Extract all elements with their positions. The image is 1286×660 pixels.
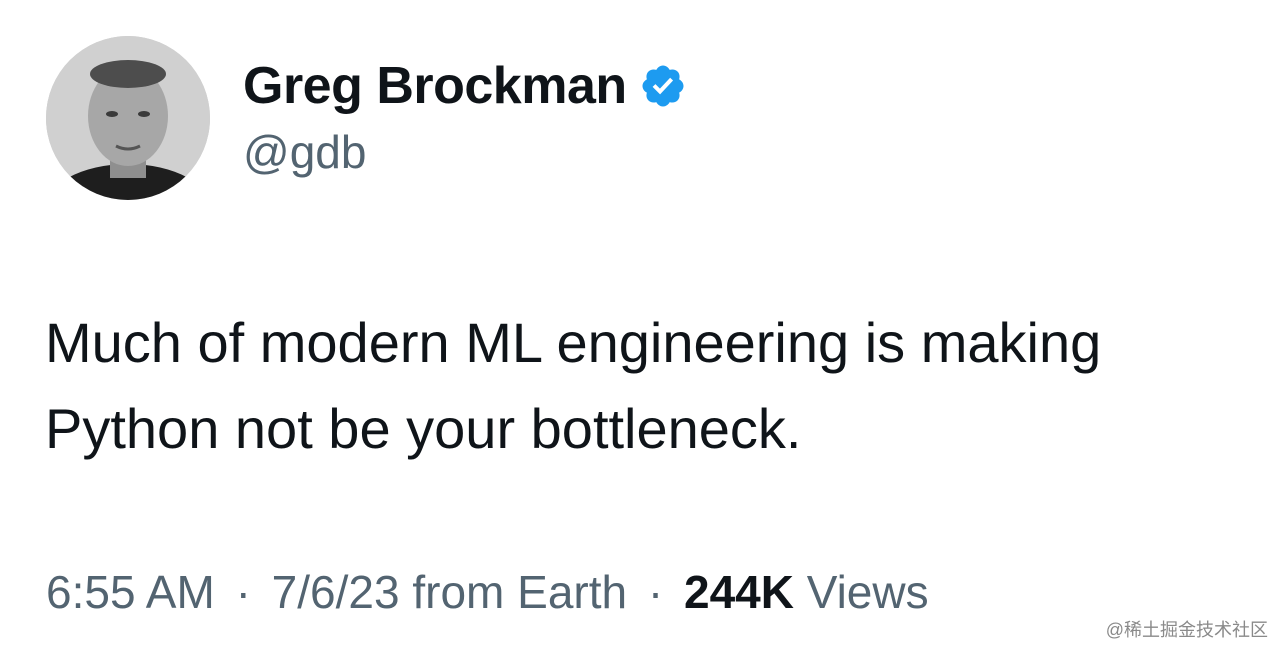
tweet-text-line: Much of modern ML engineering is making <box>45 311 1102 374</box>
meta-separator: · <box>235 566 251 618</box>
tweet-text: Much of modern ML engineering is making … <box>45 300 1265 472</box>
views-label: Views <box>806 566 929 618</box>
avatar-image <box>46 36 210 200</box>
meta-separator: · <box>647 566 664 618</box>
views-count: 244K <box>683 566 794 618</box>
avatar[interactable] <box>46 36 210 200</box>
display-name-text: Greg Brockman <box>243 57 627 115</box>
tweet-source: from Earth <box>412 566 628 618</box>
verified-badge-icon[interactable] <box>639 62 687 110</box>
watermark: @稀土掘金技术社区 <box>1105 620 1268 640</box>
tweet-time[interactable]: 6:55 AM <box>46 566 215 618</box>
user-handle[interactable]: @gdb <box>243 124 366 180</box>
tweet-meta: 6:55 AM · 7/6/23 from Earth · 244K Views <box>46 562 929 622</box>
tweet-card: Greg Brockman @gdb Much of modern ML eng… <box>0 0 1286 660</box>
tweet-text-line: Python not be your bottleneck. <box>45 397 802 460</box>
tweet-date[interactable]: 7/6/23 <box>272 566 400 618</box>
display-name[interactable]: Greg Brockman <box>243 56 687 116</box>
